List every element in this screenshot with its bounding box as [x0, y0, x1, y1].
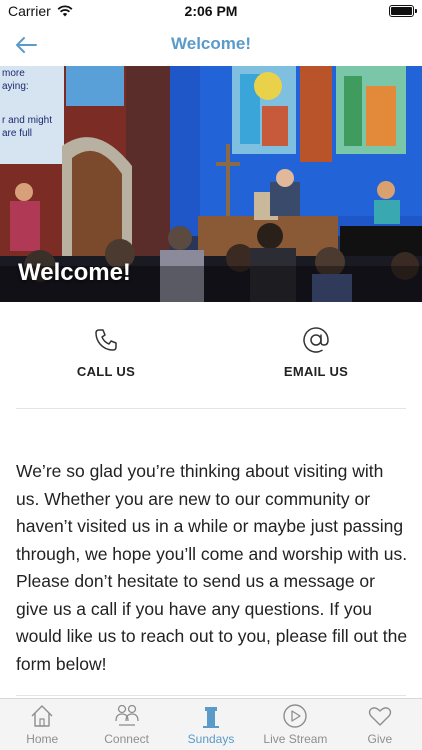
hero-title: Welcome!	[18, 259, 131, 286]
divider	[16, 695, 406, 696]
screen-line: aying:	[2, 81, 29, 92]
tab-label: Live Stream	[263, 732, 328, 746]
pulpit-icon	[199, 703, 223, 729]
email-us-button[interactable]: EMAIL US	[246, 324, 386, 388]
tab-connect[interactable]: Connect	[84, 699, 168, 750]
phone-icon	[36, 324, 176, 356]
tab-give[interactable]: Give	[338, 699, 422, 750]
at-sign-icon	[246, 324, 386, 356]
screen-line: r and might	[2, 115, 53, 126]
page-title: Welcome!	[171, 34, 251, 53]
screen-line	[0, 93, 52, 106]
status-bar: Carrier 2:06 PM	[0, 0, 422, 24]
status-time: 2:06 PM	[184, 3, 238, 19]
tab-label: Sundays	[187, 732, 235, 746]
tab-sundays[interactable]: Sundays	[169, 699, 253, 750]
screen-line: are full	[2, 128, 33, 139]
tab-label: Give	[367, 732, 393, 746]
hero-banner: more aying: r and might are full Welcome…	[0, 66, 422, 302]
call-us-label: CALL US	[76, 364, 136, 379]
tab-bar: Home Connect Sundays Live Stream Give	[0, 698, 422, 750]
people-icon	[113, 703, 141, 729]
play-icon	[282, 703, 308, 729]
tab-home[interactable]: Home	[0, 699, 84, 750]
navigation-bar: Welcome!	[0, 24, 422, 66]
screen-text: more aying: r and might are full	[0, 66, 52, 140]
call-us-button[interactable]: CALL US	[36, 324, 176, 388]
heart-icon	[367, 703, 393, 729]
battery-icon	[389, 5, 417, 17]
screen-line: more	[2, 68, 25, 79]
email-us-label: EMAIL US	[283, 364, 349, 379]
contact-actions: CALL US EMAIL US	[0, 302, 422, 408]
tab-label: Home	[26, 732, 59, 746]
tab-label: Connect	[104, 732, 149, 746]
home-icon	[29, 703, 55, 729]
divider	[16, 408, 406, 409]
welcome-message: We’re so glad you’re thinking about visi…	[16, 461, 408, 674]
tab-live-stream[interactable]: Live Stream	[253, 699, 337, 750]
